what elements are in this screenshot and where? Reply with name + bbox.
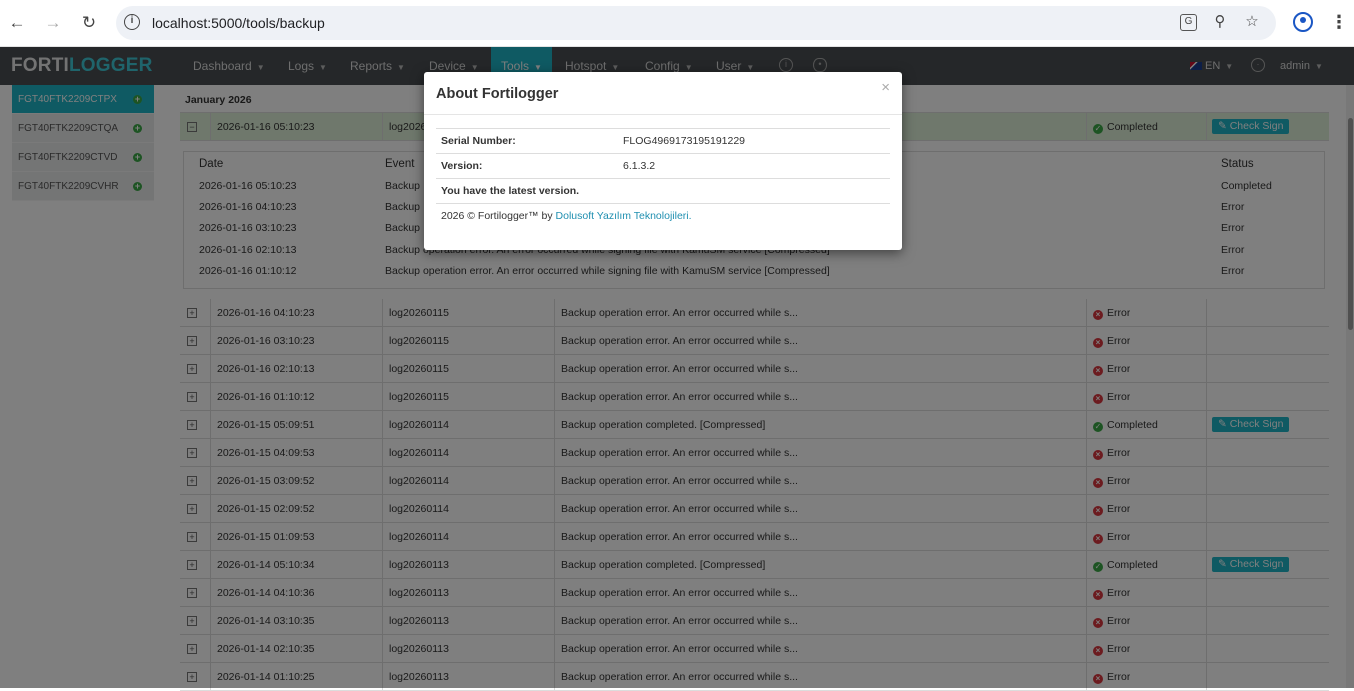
version-row: Version: 6.1.3.2: [436, 153, 890, 178]
browser-menu-icon[interactable]: ⋮: [1330, 12, 1348, 32]
translate-icon[interactable]: G: [1180, 14, 1197, 31]
zoom-icon[interactable]: ⚲: [1210, 12, 1230, 32]
serial-row: Serial Number: FLOG4969173195191229: [436, 128, 890, 153]
forward-arrow-icon[interactable]: →: [42, 12, 64, 34]
reload-icon[interactable]: ↻: [78, 12, 100, 34]
about-info-table: Serial Number: FLOG4969173195191229 Vers…: [436, 128, 890, 228]
url-text[interactable]: localhost:5000/tools/backup: [152, 15, 325, 31]
version-value: 6.1.3.2: [623, 160, 656, 172]
modal-title: About Fortilogger: [436, 86, 559, 102]
address-bar[interactable]: i localhost:5000/tools/backup: [116, 6, 1276, 40]
profile-icon[interactable]: [1293, 12, 1313, 32]
bookmark-star-icon[interactable]: ☆: [1242, 12, 1262, 32]
serial-number-value: FLOG4969173195191229: [623, 135, 746, 147]
company-link[interactable]: Dolusoft Yazılım Teknolojileri.: [556, 210, 692, 222]
browser-toolbar: ← → ↻ i localhost:5000/tools/backup G ⚲ …: [0, 0, 1354, 47]
close-icon[interactable]: ×: [881, 79, 890, 96]
back-arrow-icon[interactable]: ←: [6, 12, 28, 34]
about-modal: About Fortilogger × Serial Number: FLOG4…: [424, 72, 902, 250]
copyright-row: 2026 © Fortilogger™ by Dolusoft Yazılım …: [436, 203, 890, 228]
latest-version-row: You have the latest version.: [436, 178, 890, 203]
site-info-icon[interactable]: i: [124, 14, 140, 30]
